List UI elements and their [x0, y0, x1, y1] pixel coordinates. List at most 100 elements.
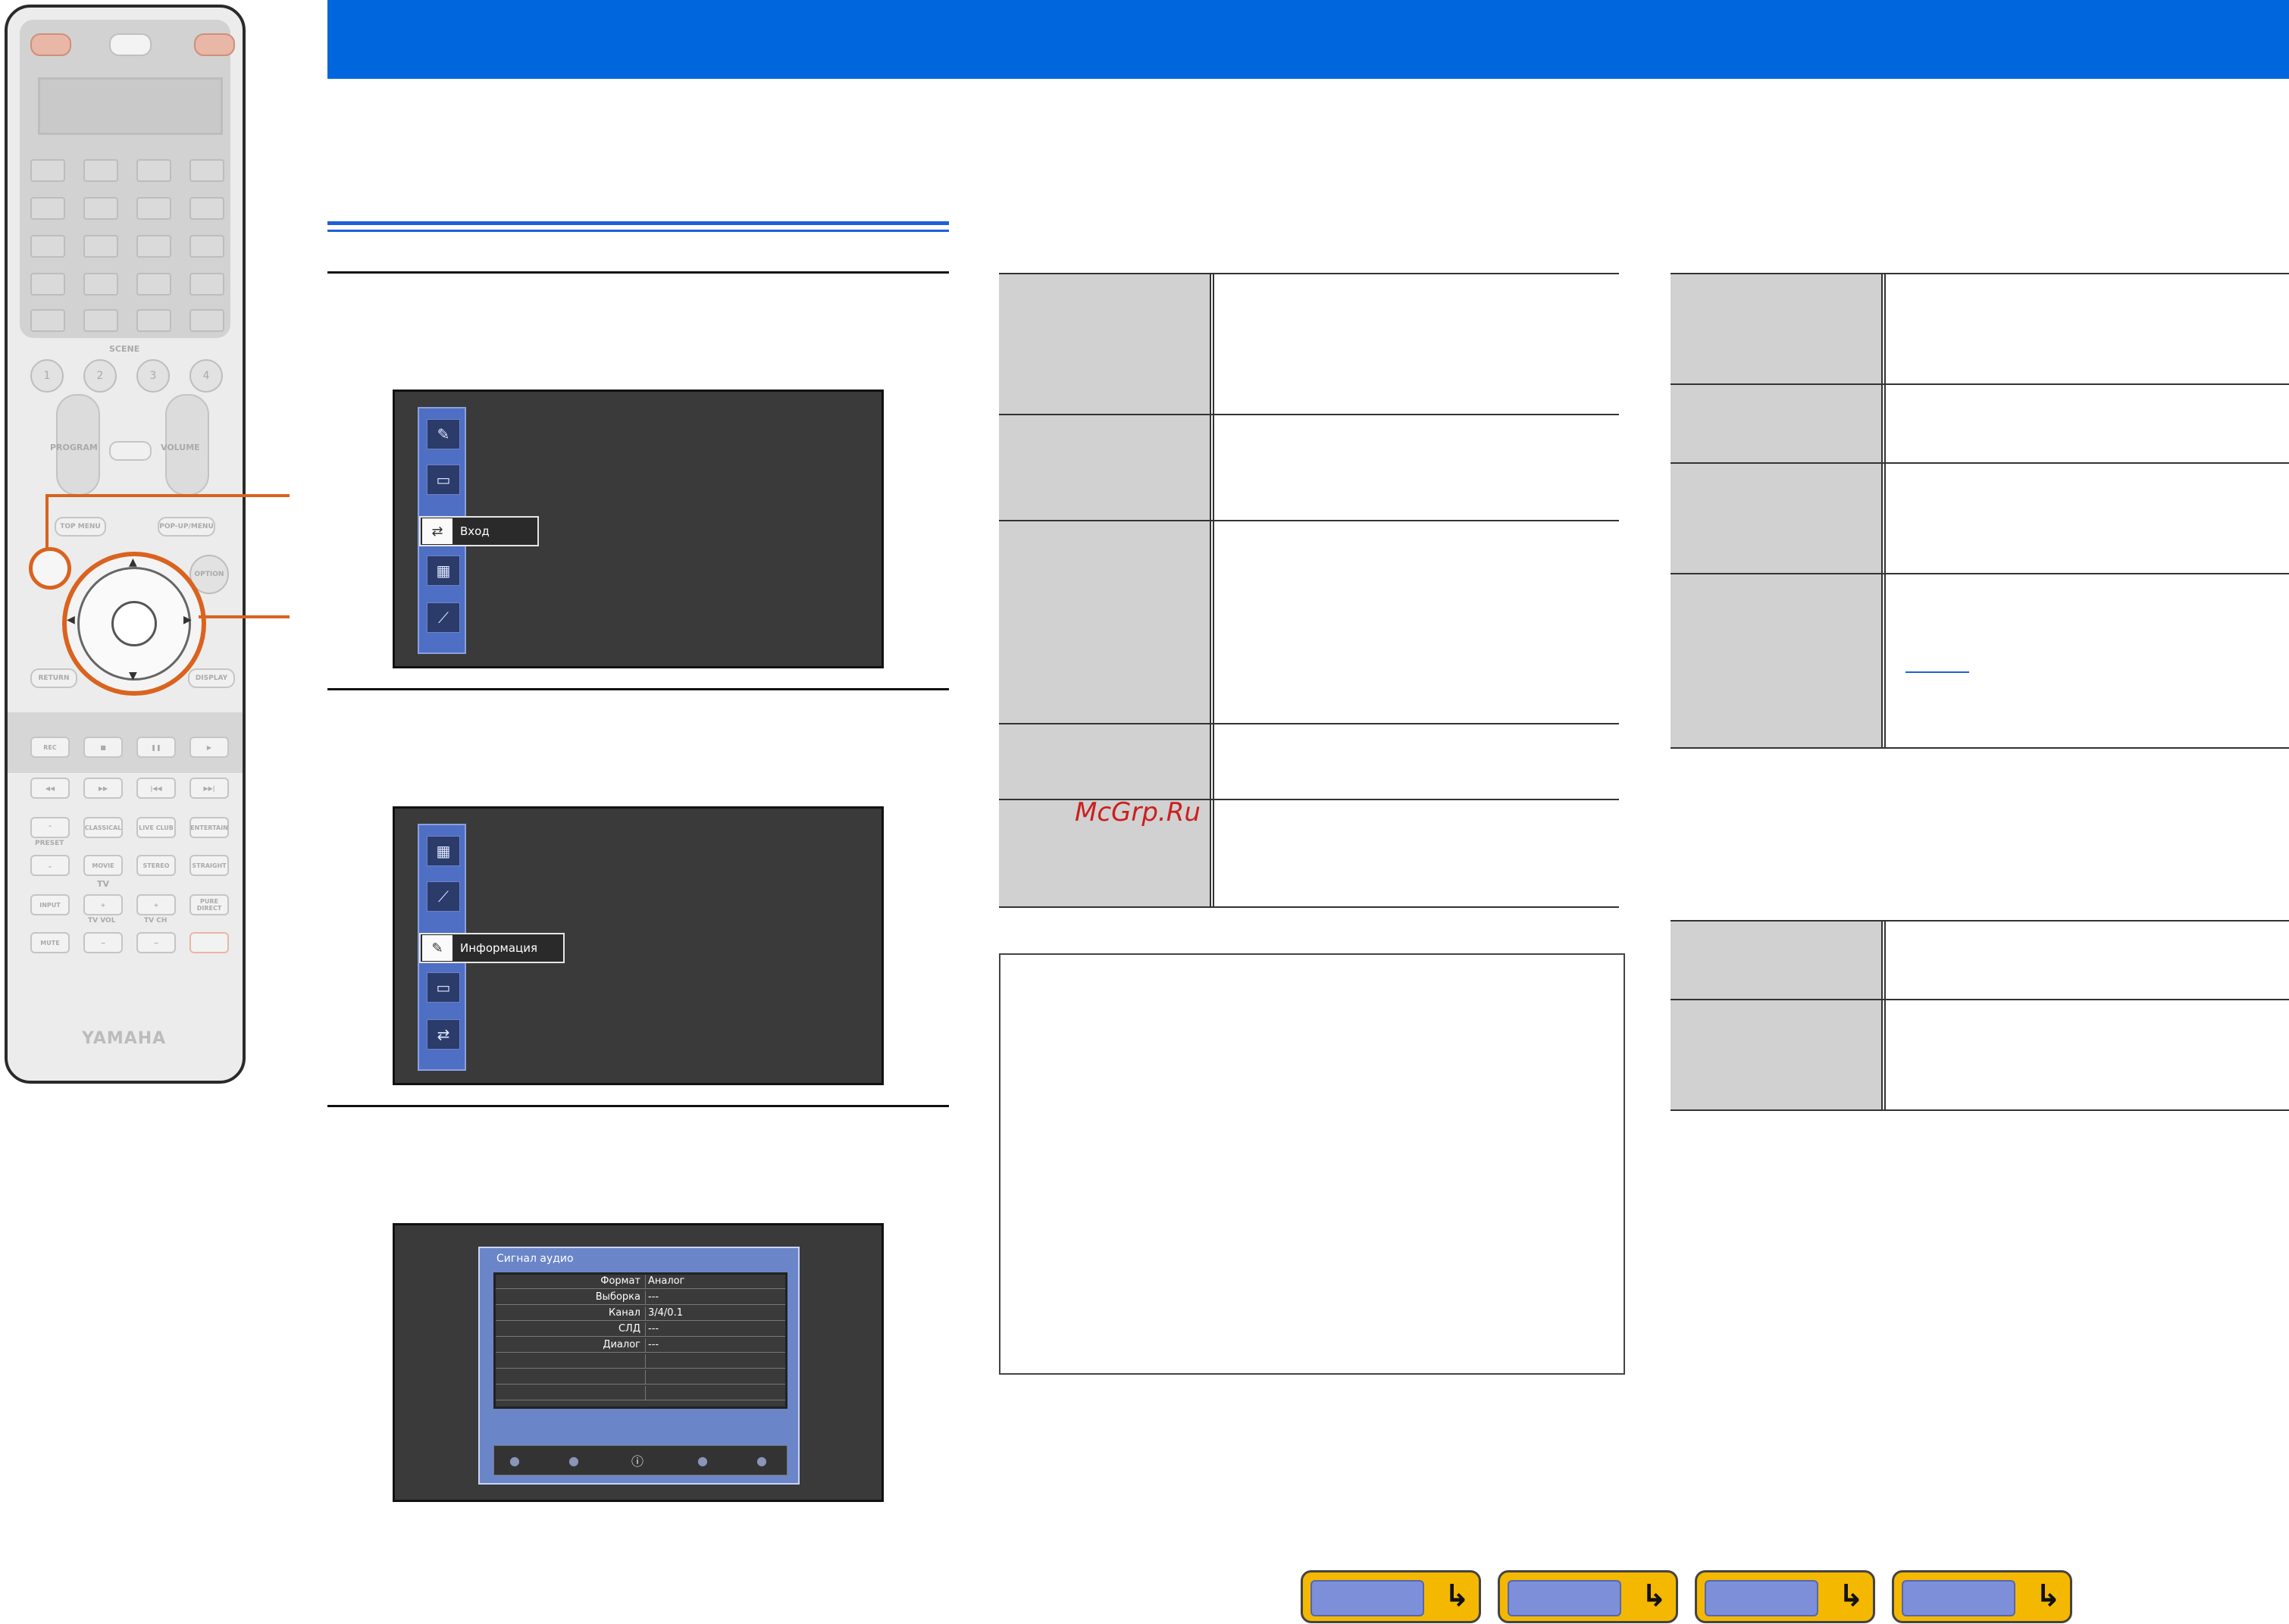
stereo-button: STEREO	[136, 855, 176, 876]
table-divider	[1881, 922, 1886, 1111]
video-info-icon: ●	[697, 1453, 708, 1468]
remote-key	[83, 235, 118, 258]
step-rule	[327, 1105, 949, 1107]
tv-ch-up-button: +	[136, 894, 176, 915]
stop-icon: ■	[83, 737, 123, 758]
remote-key	[189, 197, 224, 220]
yamaha-logo: YAMAHA	[82, 1029, 167, 1048]
nav-remote-button[interactable]: ↳	[1892, 1570, 2072, 1623]
menu-selected-input: ⇄ Вход	[419, 516, 539, 546]
remote-key	[83, 273, 118, 296]
return-arrow-icon: ↳	[1444, 1579, 1470, 1613]
preset-up-button: ⌃	[30, 817, 70, 838]
remote-key	[136, 309, 171, 332]
remote-key	[189, 273, 224, 296]
mute-button: MUTE	[30, 932, 70, 953]
preset-label: PRESET	[35, 840, 64, 847]
remote-key	[189, 235, 224, 258]
callout-line-cursor	[199, 615, 290, 618]
tv-label: TV	[97, 879, 110, 889]
remote-key	[136, 197, 171, 220]
return-arrow-icon: ↳	[1641, 1579, 1667, 1613]
table-line	[1671, 573, 2289, 574]
table-line	[1671, 383, 2289, 385]
section-rule	[327, 230, 949, 232]
arrow-right-icon: ▶	[183, 614, 192, 626]
header-bar	[327, 0, 2289, 79]
callout-line-setup	[45, 494, 290, 497]
table-row: Выборка ---	[496, 1291, 785, 1305]
top-menu-button: TOP MENU	[55, 517, 106, 537]
scene-4-button: 4	[189, 359, 223, 393]
tv-vol-down-button: −	[83, 932, 123, 953]
nav-rear-panel-button[interactable]: ↳	[1498, 1570, 1678, 1623]
table-divider	[1881, 274, 1886, 749]
table-row: Канал 3/4/0.1	[496, 1306, 785, 1321]
nav-front-panel-button[interactable]: ↳	[1301, 1570, 1481, 1623]
source-button	[109, 33, 152, 56]
page-link[interactable]	[1905, 671, 1969, 673]
pure-direct-button: PURE DIRECT	[189, 894, 229, 915]
fast-forward-icon: ▶▶	[83, 778, 123, 799]
remote-key	[136, 235, 171, 258]
info-category-bar: ● ● ⓘ ● ●	[493, 1445, 788, 1475]
return-arrow-icon: ↳	[2035, 1579, 2061, 1613]
entertain-button: ENTERTAIN	[189, 817, 229, 838]
remote-control: SCENE 1 2 3 4 PROGRAM VOLUME TOP MENU PO…	[5, 5, 246, 1084]
display-button: DISPLAY	[188, 668, 235, 688]
table-line	[999, 520, 1619, 521]
folder-menu-icon: ▭	[427, 972, 460, 1003]
table-header-column	[1671, 274, 1881, 749]
classical-button: CLASSICAL	[83, 817, 123, 838]
skip-forward-icon: ▶▶|	[189, 778, 229, 799]
input-button: INPUT	[30, 894, 70, 915]
remote-key	[83, 309, 118, 332]
nav-connections-button[interactable]: ↳	[1695, 1570, 1875, 1623]
info-icon: ●	[568, 1453, 579, 1468]
remote-key	[83, 159, 118, 182]
table-line	[1671, 462, 2289, 464]
mute-small-button	[109, 441, 152, 461]
panel-title: Сигнал аудио	[496, 1253, 574, 1265]
remote-key	[30, 197, 65, 220]
table-line	[1671, 273, 2289, 274]
return-arrow-icon: ↳	[1838, 1579, 1864, 1613]
remote-display	[38, 77, 223, 135]
scene-menu-icon: ▦	[427, 836, 460, 866]
table-header-column	[1671, 922, 1881, 1111]
arrow-left-icon: ◀	[67, 614, 75, 626]
watermark: McGrp.Ru	[1075, 797, 1201, 828]
remote-key	[136, 159, 171, 182]
folder-menu-icon: ▭	[427, 465, 460, 495]
live-club-button: LIVE CLUB	[136, 817, 176, 838]
table-line	[1671, 999, 2289, 1000]
rec-button: REC	[30, 737, 70, 758]
step-rule	[327, 688, 949, 690]
pause-icon: ❚❚	[136, 737, 176, 758]
menu-selected-label: Информация	[460, 941, 538, 955]
note-box	[999, 953, 1625, 1375]
tv-power-icon	[189, 932, 229, 953]
menu-selected-information: ✎ Информация	[419, 933, 565, 963]
remote-key	[83, 197, 118, 220]
signal-icon: ●	[509, 1453, 520, 1468]
power-left-icon	[30, 33, 71, 56]
step-rule	[327, 271, 949, 274]
audio-signal-panel: Сигнал аудио Формат Аналог Выборка --- Кан…	[478, 1247, 800, 1485]
option-menu-icon: ⟋	[427, 881, 460, 912]
power-right-icon	[194, 33, 235, 56]
volume-label: VOLUME	[161, 443, 200, 452]
movie-button: MOVIE	[83, 855, 123, 876]
setup-button-highlight	[29, 547, 71, 590]
table-line	[999, 906, 1619, 908]
table-line	[999, 273, 1619, 274]
enter-button	[111, 601, 157, 646]
osd-screen-information: ▦ ⟋ ▭ ⇄ ✎ Информация	[393, 806, 884, 1085]
program-label: PROGRAM	[50, 443, 98, 452]
callout-line-setup-drop	[45, 494, 49, 549]
remote-key	[189, 159, 224, 182]
remote-key	[30, 273, 65, 296]
table-line	[1671, 747, 2289, 749]
remote-key	[136, 273, 171, 296]
table-line	[1671, 920, 2289, 922]
